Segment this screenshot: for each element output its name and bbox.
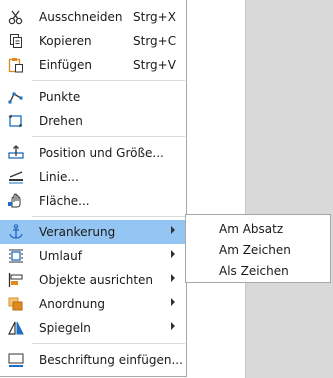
submenu-arrow-icon <box>171 250 175 258</box>
scissors-icon <box>7 9 25 25</box>
wrap-icon <box>7 248 25 264</box>
menu-item-points[interactable]: Punkte <box>0 85 186 109</box>
submenu-arrow-icon <box>171 226 175 234</box>
menu-item-label: Einfügen <box>39 58 92 72</box>
menu-item-cut[interactable]: Ausschneiden Strg+X <box>0 5 186 29</box>
menu-item-label: Ausschneiden <box>39 10 123 24</box>
menu-item-label: Drehen <box>39 114 83 128</box>
menu-item-label: Anordnung <box>39 297 105 311</box>
menu-separator <box>32 136 185 137</box>
submenu-arrow-icon <box>171 298 175 306</box>
menu-item-label: Position und Größe... <box>39 146 164 160</box>
menu-separator <box>32 343 185 344</box>
points-icon <box>7 89 25 105</box>
anchor-submenu: Am Absatz Am Zeichen Als Zeichen <box>185 214 331 283</box>
menu-item-label: Objekte ausrichten <box>39 273 154 287</box>
menu-item-wrap[interactable]: Umlauf <box>0 244 186 268</box>
menu-item-paste[interactable]: Einfügen Strg+V <box>0 53 186 77</box>
align-icon <box>7 272 25 288</box>
submenu-item-as-character[interactable]: Als Zeichen <box>219 264 289 278</box>
line-icon <box>7 169 25 185</box>
shortcut-label: Strg+X <box>133 10 176 24</box>
menu-item-label: Umlauf <box>39 249 82 263</box>
menu-item-position-size[interactable]: Position und Größe... <box>0 141 186 165</box>
arrange-icon <box>7 296 25 312</box>
submenu-item-to-character[interactable]: Am Zeichen <box>219 243 291 257</box>
submenu-arrow-icon <box>171 274 175 282</box>
menu-item-label: Linie... <box>39 170 79 184</box>
menu-item-flip[interactable]: Spiegeln <box>0 316 186 340</box>
menu-separator <box>32 80 185 81</box>
menu-item-anchor[interactable]: Verankerung <box>0 220 186 244</box>
menu-separator <box>32 216 185 217</box>
paste-icon <box>7 57 25 73</box>
menu-item-label: Punkte <box>39 90 81 104</box>
menu-item-rotate[interactable]: Drehen <box>0 109 186 133</box>
menu-item-arrange[interactable]: Anordnung <box>0 292 186 316</box>
caption-icon <box>7 352 25 368</box>
menu-item-copy[interactable]: Kopieren Strg+C <box>0 29 186 53</box>
menu-item-area[interactable]: Fläche... <box>0 189 186 213</box>
shortcut-label: Strg+C <box>133 34 177 48</box>
shortcut-label: Strg+V <box>133 58 176 72</box>
submenu-arrow-icon <box>171 322 175 330</box>
anchor-icon <box>7 224 25 240</box>
rotate-icon <box>7 113 25 129</box>
menu-item-line[interactable]: Linie... <box>0 165 186 189</box>
menu-item-label: Spiegeln <box>39 321 91 335</box>
menu-item-label: Verankerung <box>39 225 116 239</box>
menu-item-label: Fläche... <box>39 194 90 208</box>
copy-icon <box>7 33 25 49</box>
area-icon <box>7 193 25 209</box>
position-size-icon <box>7 145 25 161</box>
context-menu: Ausschneiden Strg+X Kopieren Strg+C Einf… <box>0 0 187 377</box>
menu-item-insert-caption[interactable]: Beschriftung einfügen... <box>0 348 186 372</box>
menu-item-label: Beschriftung einfügen... <box>39 353 183 367</box>
flip-icon <box>7 320 25 336</box>
document-gutter <box>245 0 333 378</box>
menu-item-align-objects[interactable]: Objekte ausrichten <box>0 268 186 292</box>
submenu-item-to-paragraph[interactable]: Am Absatz <box>219 222 283 236</box>
menu-item-label: Kopieren <box>39 34 92 48</box>
